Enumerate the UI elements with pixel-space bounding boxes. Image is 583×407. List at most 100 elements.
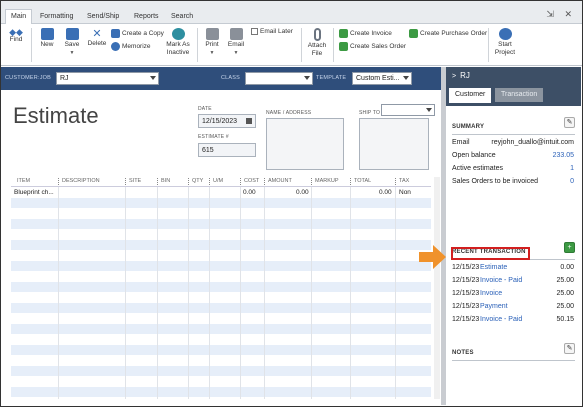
table-row[interactable] [11, 302, 431, 313]
customer-job-dropdown[interactable]: RJ [56, 72, 159, 85]
cell-total[interactable]: 0.00 [379, 189, 392, 196]
tab-customer[interactable]: Customer [449, 88, 492, 103]
cell-cost[interactable]: 0.00 [243, 189, 256, 196]
memorize-button[interactable]: Memorize [111, 42, 151, 51]
txn-date: 12/15/23 [452, 264, 480, 271]
table-row[interactable] [11, 365, 431, 376]
create-copy-button[interactable]: Create a Copy [111, 29, 164, 38]
summary-open-balance-value[interactable]: 233.05 [553, 152, 574, 159]
new-icon [40, 28, 54, 40]
table-row[interactable] [11, 386, 431, 397]
table-row[interactable] [11, 239, 431, 250]
table-row[interactable] [11, 355, 431, 366]
line-items-rows: Blueprint ch... 0.00 0.00 0.00 Non [11, 187, 431, 399]
tab-search[interactable]: Search [166, 10, 198, 24]
recent-transaction-row[interactable]: 12/15/23 Estimate 0.00 [452, 264, 574, 274]
tab-reports[interactable]: Reports [129, 10, 164, 24]
class-dropdown[interactable] [245, 72, 313, 85]
new-transaction-icon[interactable]: + [564, 242, 575, 253]
print-dropdown-icon[interactable]: ▼ [202, 49, 222, 57]
tab-send-ship[interactable]: Send/Ship [82, 10, 124, 24]
table-row[interactable] [11, 323, 431, 334]
table-row[interactable] [11, 208, 431, 219]
email-button[interactable]: Email ▼ [225, 28, 247, 57]
memorize-icon [111, 42, 120, 51]
table-row[interactable]: Blueprint ch... 0.00 0.00 0.00 Non [11, 187, 431, 198]
panel-header: > RJ [446, 67, 581, 88]
txn-type-link[interactable]: Payment [480, 303, 508, 310]
table-row[interactable] [11, 271, 431, 282]
table-row[interactable] [11, 376, 431, 387]
email-later-check-icon[interactable] [251, 28, 258, 35]
txn-status[interactable]: - Paid [504, 316, 522, 323]
attach-file-button[interactable]: Attach File [307, 28, 327, 58]
create-sales-order-label: Create Sales Order [350, 43, 406, 50]
col-gridline [350, 187, 351, 399]
table-row[interactable] [11, 260, 431, 271]
mark-inactive-button[interactable]: Mark As Inactive [163, 28, 193, 57]
table-row[interactable] [11, 313, 431, 324]
separator [301, 28, 302, 62]
cell-tax[interactable]: Non [399, 189, 411, 196]
chevron-right-icon[interactable]: > [452, 73, 456, 80]
table-row[interactable] [11, 250, 431, 261]
recent-transaction-row[interactable]: 12/15/23 Invoice - Paid 25.00 [452, 277, 574, 287]
recent-transaction-row[interactable]: 12/15/23 Invoice - Paid 50.15 [452, 316, 574, 326]
summary-sales-orders-value[interactable]: 0 [570, 178, 574, 185]
txn-type-link[interactable]: Invoice [480, 277, 502, 284]
table-row[interactable] [11, 344, 431, 355]
new-button[interactable]: New [37, 28, 57, 49]
delete-button[interactable]: ✕ Delete [86, 28, 108, 48]
table-row[interactable] [11, 197, 431, 208]
save-dropdown-icon[interactable]: ▼ [61, 49, 83, 57]
summary-active-estimates-value[interactable]: 1 [570, 165, 574, 172]
estimate-number-field[interactable]: 615 [198, 143, 256, 157]
create-purchase-order-button[interactable]: Create Purchase Order [409, 29, 487, 38]
date-field[interactable]: 12/15/2023 [198, 114, 256, 128]
tab-main[interactable]: Main [5, 9, 33, 25]
table-row[interactable] [11, 334, 431, 345]
start-project-button[interactable]: Start Project [493, 28, 517, 57]
window-controls[interactable]: ⇲ ✕ [546, 9, 576, 20]
email-dropdown-icon[interactable]: ▼ [225, 49, 247, 57]
print-button[interactable]: Print ▼ [202, 28, 222, 57]
create-sales-order-button[interactable]: Create Sales Order [339, 42, 406, 51]
separator [197, 28, 198, 62]
recent-transaction-row[interactable]: 12/15/23 Payment 25.00 [452, 303, 574, 313]
txn-type-link[interactable]: Invoice [480, 316, 502, 323]
email-later-checkbox[interactable]: Email Later [251, 28, 293, 35]
separator [488, 28, 489, 62]
save-button[interactable]: Save ▼ [61, 28, 83, 57]
table-row[interactable] [11, 218, 431, 229]
create-invoice-button[interactable]: Create Invoice [339, 29, 392, 38]
cell-amount[interactable]: 0.00 [296, 189, 309, 196]
table-row[interactable] [11, 229, 431, 240]
recent-transaction-row[interactable]: 12/15/23 Invoice 25.00 [452, 290, 574, 300]
col-site: SITE [129, 178, 142, 184]
table-row[interactable] [11, 281, 431, 292]
edit-notes-pencil-icon[interactable]: ✎ [564, 343, 575, 354]
txn-type-link[interactable]: Estimate [480, 264, 507, 271]
edit-pencil-icon[interactable]: ✎ [564, 117, 575, 128]
ship-to-dropdown[interactable] [381, 104, 435, 116]
find-button[interactable]: ◆◆ Find [6, 28, 26, 44]
txn-status[interactable]: - Paid [504, 277, 522, 284]
txn-type-link[interactable]: Invoice [480, 290, 502, 297]
start-project-label-2: Project [494, 49, 516, 56]
table-scrollbar[interactable] [434, 177, 440, 399]
summary-email-label: Email [452, 139, 470, 146]
tab-transaction[interactable]: Transaction [495, 88, 544, 102]
calendar-icon[interactable] [246, 118, 252, 124]
tab-formatting[interactable]: Formatting [35, 10, 78, 24]
template-dropdown[interactable]: Custom Esti... [352, 72, 412, 85]
paperclip-icon [313, 28, 321, 41]
name-address-field[interactable] [266, 118, 344, 170]
table-row[interactable] [11, 292, 431, 303]
date-label: DATE [198, 106, 212, 112]
form-title: Estimate [13, 103, 99, 128]
cell-item[interactable]: Blueprint ch... [14, 189, 54, 196]
chevron-down-icon [304, 76, 310, 80]
ship-to-field[interactable] [359, 118, 429, 170]
customer-header-band: CUSTOMER:JOB RJ CLASS TEMPLATE Custom Es… [1, 67, 441, 90]
save-label: Save [64, 41, 80, 48]
